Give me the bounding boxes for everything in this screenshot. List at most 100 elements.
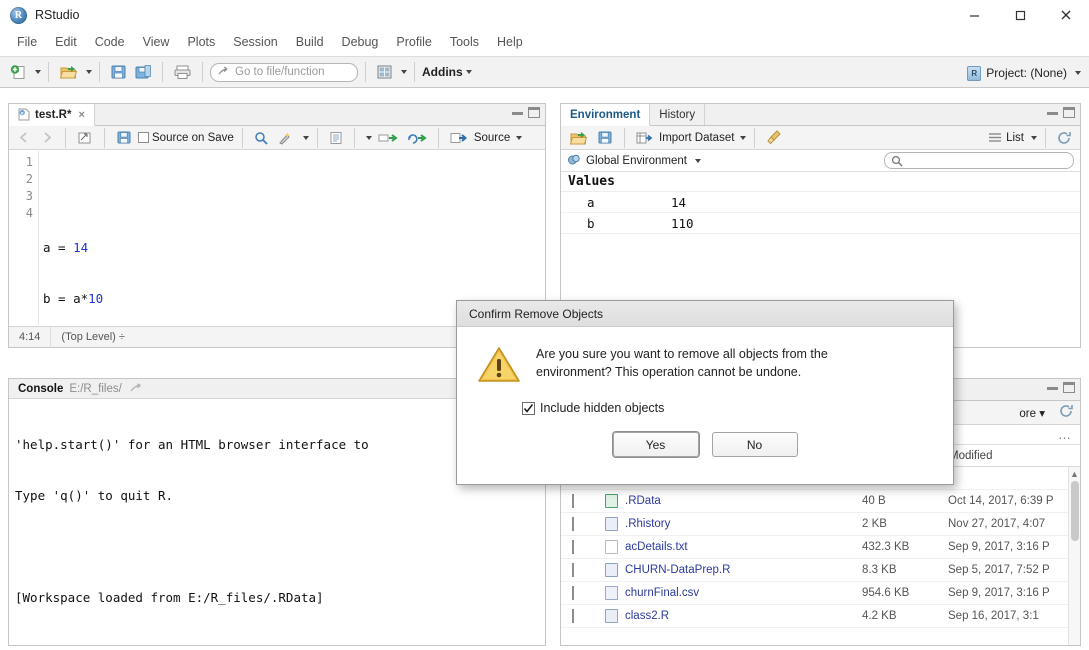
menu-code[interactable]: Code	[86, 32, 134, 52]
project-selector[interactable]: R Project: (None)	[967, 57, 1081, 89]
table-row[interactable]: .RData 40 B Oct 14, 2017, 6:39 P	[561, 490, 1080, 513]
file-name[interactable]: .RData	[625, 495, 661, 507]
scrollbar-thumb[interactable]	[1071, 481, 1079, 541]
menu-help[interactable]: Help	[488, 32, 532, 52]
new-file-dropdown-icon[interactable]	[35, 70, 41, 74]
minimize-icon[interactable]	[951, 0, 997, 30]
run-options-dropdown-icon[interactable]	[366, 136, 372, 140]
table-row[interactable]: churnFinal.csv 954.6 KB Sep 9, 2017, 3:1…	[561, 582, 1080, 605]
include-hidden-objects-checkbox[interactable]	[522, 402, 535, 415]
list-view-dropdown-icon[interactable]	[1031, 136, 1037, 140]
file-modified: Sep 5, 2017, 7:52 P	[940, 564, 1080, 576]
maximize-icon[interactable]	[997, 0, 1043, 30]
import-dataset-label[interactable]: Import Dataset	[659, 132, 734, 144]
table-row[interactable]: CHURN-DataPrep.R 8.3 KB Sep 5, 2017, 7:5…	[561, 559, 1080, 582]
addins-button[interactable]: Addins	[422, 65, 472, 79]
code-editor[interactable]: 1 2 3 4 a = 14 b = a*10 print(c(a,b))	[9, 151, 545, 325]
menu-file[interactable]: File	[8, 32, 46, 52]
source-tab-test-r[interactable]: R test.R* ×	[9, 104, 95, 126]
files-overflow-icon[interactable]: …	[1058, 427, 1072, 442]
scope-selector[interactable]: (Top Level) ÷	[51, 327, 135, 348]
table-row[interactable]: acDetails.txt 432.3 KB Sep 9, 2017, 3:16…	[561, 536, 1080, 559]
rerun-icon[interactable]	[404, 126, 430, 150]
tab-environment[interactable]: Environment	[561, 104, 650, 126]
save-file-icon[interactable]	[113, 126, 135, 150]
project-icon: R	[967, 66, 981, 81]
source-maximize-icon[interactable]	[528, 107, 540, 118]
file-checkbox[interactable]	[572, 563, 574, 577]
table-row[interactable]: class2.R 4.2 KB Sep 16, 2017, 3:1	[561, 605, 1080, 628]
environment-maximize-icon[interactable]	[1063, 107, 1075, 118]
file-checkbox[interactable]	[572, 609, 574, 623]
file-checkbox[interactable]	[572, 517, 574, 531]
pane-layout-icon[interactable]	[373, 60, 396, 84]
environment-minimize-icon[interactable]	[1047, 112, 1058, 115]
file-name[interactable]: .Rhistory	[625, 518, 670, 530]
close-icon[interactable]	[1043, 0, 1089, 30]
code-tools-icon[interactable]	[275, 126, 297, 150]
show-in-new-window-icon[interactable]	[74, 126, 96, 150]
source-on-save-checkbox[interactable]	[138, 132, 149, 143]
file-checkbox[interactable]	[572, 540, 574, 554]
files-refresh-icon[interactable]	[1059, 404, 1074, 421]
global-environment-selector[interactable]: Global Environment	[567, 154, 701, 167]
list-view-label[interactable]: List	[1006, 132, 1024, 144]
scroll-up-arrow-icon[interactable]: ▲	[1069, 467, 1080, 479]
compile-report-icon[interactable]	[326, 126, 346, 150]
no-button[interactable]: No	[712, 432, 798, 457]
menu-tools[interactable]: Tools	[441, 32, 488, 52]
file-checkbox[interactable]	[572, 494, 574, 508]
menu-build[interactable]: Build	[287, 32, 333, 52]
find-replace-icon[interactable]	[251, 126, 272, 150]
menu-edit[interactable]: Edit	[46, 32, 86, 52]
print-icon[interactable]	[170, 60, 195, 84]
save-workspace-icon[interactable]	[594, 126, 616, 150]
source-button-dropdown-icon[interactable]	[516, 136, 522, 140]
environment-variable-row[interactable]: a 14	[561, 192, 1080, 213]
run-icon[interactable]	[375, 126, 401, 150]
clear-objects-broom-icon[interactable]	[763, 126, 785, 150]
save-icon[interactable]	[107, 60, 130, 84]
r-script-file-icon	[605, 609, 618, 623]
menu-view[interactable]: View	[134, 32, 179, 52]
new-file-icon[interactable]	[7, 60, 30, 84]
include-hidden-objects-row[interactable]: Include hidden objects	[522, 401, 953, 415]
back-arrow-icon[interactable]	[14, 126, 34, 150]
load-workspace-icon[interactable]	[566, 126, 591, 150]
refresh-icon[interactable]	[1054, 126, 1075, 150]
pane-layout-dropdown-icon[interactable]	[401, 70, 407, 74]
global-environment-label: Global Environment	[586, 155, 687, 167]
menu-profile[interactable]: Profile	[387, 32, 440, 52]
environment-variable-row[interactable]: b 110	[561, 213, 1080, 234]
import-dataset-dropdown-icon[interactable]	[740, 136, 746, 140]
files-minimize-icon[interactable]	[1047, 387, 1058, 390]
console-tab-label[interactable]: Console	[18, 383, 63, 395]
files-scrollbar[interactable]: ▲	[1068, 467, 1080, 645]
file-checkbox[interactable]	[572, 586, 574, 600]
source-tab-close-icon[interactable]: ×	[78, 109, 84, 121]
save-all-icon[interactable]	[132, 60, 155, 84]
source-run-icon[interactable]	[447, 126, 471, 150]
forward-arrow-icon[interactable]	[37, 126, 57, 150]
code-tools-dropdown-icon[interactable]	[303, 136, 309, 140]
file-name[interactable]: CHURN-DataPrep.R	[625, 564, 730, 576]
import-dataset-icon[interactable]	[633, 126, 656, 150]
environment-search-input[interactable]	[884, 152, 1074, 169]
menu-session[interactable]: Session	[224, 32, 286, 52]
menu-debug[interactable]: Debug	[333, 32, 388, 52]
goto-file-function-input[interactable]: Go to file/function	[210, 63, 358, 82]
files-modified-column[interactable]: Modified	[940, 450, 1080, 462]
menu-plots[interactable]: Plots	[178, 32, 224, 52]
tab-history[interactable]: History	[650, 104, 705, 125]
file-name[interactable]: class2.R	[625, 610, 669, 622]
files-more-menu[interactable]: ore ▾	[1019, 406, 1045, 420]
file-name[interactable]: churnFinal.csv	[625, 587, 699, 599]
open-file-dropdown-icon[interactable]	[86, 70, 92, 74]
file-name[interactable]: acDetails.txt	[625, 541, 688, 553]
open-file-icon[interactable]	[56, 60, 81, 84]
yes-button[interactable]: Yes	[613, 432, 699, 457]
source-button-label[interactable]: Source	[474, 132, 510, 144]
table-row[interactable]: .Rhistory 2 KB Nov 27, 2017, 4:07	[561, 513, 1080, 536]
files-maximize-icon[interactable]	[1063, 382, 1075, 393]
source-minimize-icon[interactable]	[512, 112, 523, 115]
